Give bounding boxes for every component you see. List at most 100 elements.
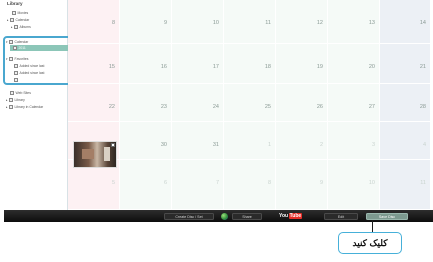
- calendar-day-cell[interactable]: 27: [328, 84, 380, 122]
- calendar-day-cell[interactable]: 30: [120, 122, 172, 160]
- library-icon: [9, 98, 13, 102]
- day-number: 5: [111, 180, 115, 186]
- day-number: 21: [419, 64, 426, 70]
- day-number: 30: [160, 142, 167, 148]
- edit-button[interactable]: Edit: [324, 212, 358, 220]
- calendar-day-cell[interactable]: 31: [172, 122, 224, 160]
- calendar-day-cell[interactable]: 22: [68, 84, 120, 122]
- youtube-upload-button[interactable]: You Tube: [279, 212, 303, 220]
- sidebar-item-albums[interactable]: ▸ Albums: [11, 24, 31, 30]
- day-number: 11: [420, 180, 426, 186]
- day-number: 18: [264, 64, 271, 70]
- folder-icon: [12, 11, 16, 15]
- selection-checkbox-icon[interactable]: [111, 143, 115, 147]
- sidebar-item-calendar-top[interactable]: ▸ Calendar: [7, 17, 29, 23]
- day-number: 4: [422, 142, 426, 148]
- sidebar-highlight-frame: [3, 36, 75, 85]
- calendar-day-cell[interactable]: 7: [172, 160, 224, 210]
- calendar-day-cell[interactable]: 11: [380, 160, 431, 210]
- sidebar-item-label: Web Sites: [15, 91, 31, 95]
- sidebar-item-movies[interactable]: Movies: [9, 10, 28, 16]
- calendar-grid: 8 9 10 11 12 13 14 15 16 17 18 19 20 21 22 23 24 25 26 27 28…: [68, 0, 431, 210]
- calendar-day-cell[interactable]: 18: [224, 44, 276, 84]
- calendar-day-cell[interactable]: 21: [380, 44, 431, 84]
- sidebar-item-label: Albums: [19, 25, 31, 29]
- sidebar-item-web[interactable]: Web Sites: [10, 90, 31, 96]
- calendar-day-cell[interactable]: 13: [328, 0, 380, 44]
- calendar-day-cell[interactable]: 11: [224, 0, 276, 44]
- web-icon: [10, 91, 14, 95]
- calendar-day-cell[interactable]: 23: [120, 84, 172, 122]
- day-number: 23: [160, 104, 167, 110]
- day-number: 1: [267, 142, 271, 148]
- calendar-day-cell[interactable]: 1: [224, 122, 276, 160]
- calendar-icon: [10, 18, 14, 22]
- calendar-day-cell[interactable]: 3: [328, 122, 380, 160]
- calendar-day-cell[interactable]: 15: [68, 44, 120, 84]
- day-number: 6: [163, 180, 167, 186]
- day-number: 10: [368, 180, 375, 186]
- sidebar-item-library-calendar[interactable]: ▸ Library in Calendar: [6, 104, 43, 110]
- calendar-day-cell[interactable]: 9: [120, 0, 172, 44]
- calendar-day-cell[interactable]: 9: [276, 160, 328, 210]
- day-number: 31: [212, 142, 219, 148]
- calendar-day-cell[interactable]: 4: [380, 122, 431, 160]
- day-number: 19: [316, 64, 323, 70]
- day-number: 8: [111, 20, 115, 26]
- day-number: 20: [368, 64, 375, 70]
- calendar-day-cell[interactable]: 12: [276, 0, 328, 44]
- day-number: 17: [212, 64, 219, 70]
- day-number: 9: [163, 20, 167, 26]
- sidebar-item-label: Library in Calendar: [14, 105, 44, 109]
- calendar-day-cell[interactable]: 26: [276, 84, 328, 122]
- calendar-day-cell[interactable]: 16: [120, 44, 172, 84]
- day-number: 24: [212, 104, 219, 110]
- album-icon: [14, 25, 18, 29]
- click-here-callout: کلیک کنید: [338, 232, 402, 254]
- calendar-day-cell[interactable]: 8: [68, 0, 120, 44]
- calendar-day-cell[interactable]: 19: [276, 44, 328, 84]
- video-thumbnail[interactable]: [73, 141, 117, 168]
- day-number: 13: [368, 20, 375, 26]
- calendar-day-cell[interactable]: 2: [276, 122, 328, 160]
- calendar-day-cell[interactable]: 10: [172, 0, 224, 44]
- day-number: 16: [160, 64, 167, 70]
- library-icon: [9, 105, 13, 109]
- youtube-logo-you: You: [279, 212, 289, 219]
- day-number: 12: [316, 20, 323, 26]
- day-number: 9: [319, 180, 323, 186]
- sidebar-item-label: Library: [14, 98, 25, 102]
- day-number: 7: [215, 180, 219, 186]
- app-window: Library Movies ▸ Calendar ▸ Albums ▾ Cal…: [0, 0, 433, 222]
- calendar-day-cell[interactable]: 20: [328, 44, 380, 84]
- calendar-day-cell[interactable]: 25: [224, 84, 276, 122]
- calendar-day-cell[interactable]: 17: [172, 44, 224, 84]
- sidebar-item-label: Movies: [17, 11, 29, 15]
- create-disc-button[interactable]: Create Disc / Set: [164, 212, 214, 220]
- sidebar-item-library[interactable]: ▸ Library: [6, 97, 25, 103]
- day-number: 10: [212, 20, 219, 26]
- calendar-day-cell[interactable]: 10: [328, 160, 380, 210]
- day-number: 25: [264, 104, 271, 110]
- sidebar-title: Library: [7, 1, 23, 6]
- share-button[interactable]: Share: [232, 212, 262, 220]
- calendar-day-cell[interactable]: 14: [380, 0, 431, 44]
- day-number: 27: [368, 104, 375, 110]
- day-number: 26: [316, 104, 323, 110]
- calendar-day-cell[interactable]: 24: [172, 84, 224, 122]
- day-number: 3: [371, 142, 375, 148]
- day-number: 2: [319, 142, 323, 148]
- calendar-day-cell[interactable]: 6: [120, 160, 172, 210]
- sidebar-item-label: Calendar: [15, 18, 30, 22]
- day-number: 8: [267, 180, 271, 186]
- day-number: 22: [108, 104, 115, 110]
- calendar-day-cell[interactable]: 28: [380, 84, 431, 122]
- day-number: 11: [265, 20, 271, 26]
- calendar-day-cell[interactable]: 8: [224, 160, 276, 210]
- save-disc-button[interactable]: Save Disc: [366, 212, 408, 220]
- globe-icon[interactable]: [221, 212, 228, 220]
- callout-pointer-line: [372, 220, 373, 232]
- youtube-logo-tube: Tube: [288, 212, 303, 219]
- day-number: 15: [108, 64, 115, 70]
- bottom-toolbar: Create Disc / Set Share You Tube Edit Sav…: [4, 210, 433, 222]
